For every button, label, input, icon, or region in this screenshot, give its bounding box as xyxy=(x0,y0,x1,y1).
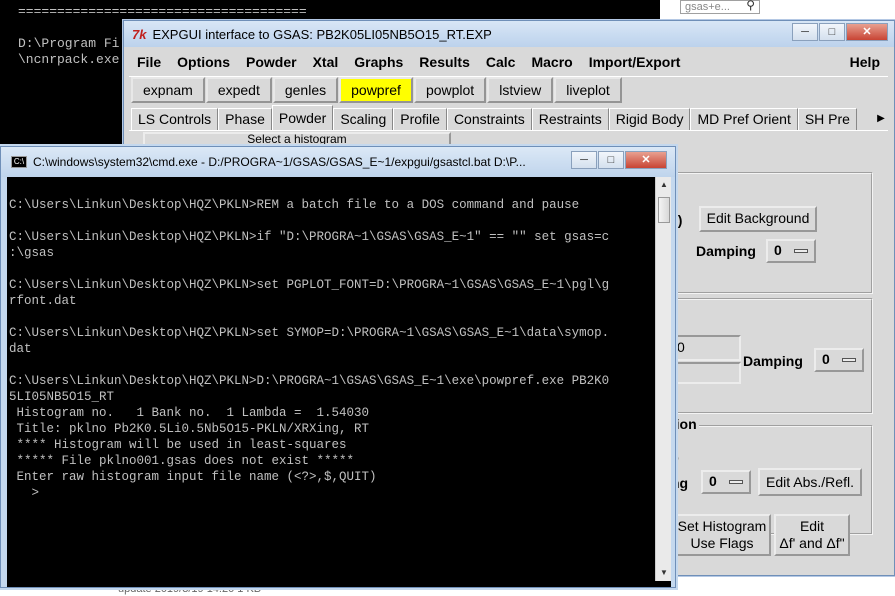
menu-file[interactable]: File xyxy=(129,48,169,76)
menu-help[interactable]: Help xyxy=(842,48,888,76)
powplot-button[interactable]: powplot xyxy=(413,77,487,103)
scroll-up-icon[interactable]: ▲ xyxy=(656,177,672,193)
edit-abs-refl-button[interactable]: Edit Abs./Refl. xyxy=(758,468,862,496)
tab-sh-pref[interactable]: SH Pre xyxy=(797,108,857,130)
cmd-line: Title: pklno Pb2K0.5Li0.5Nb5O15-PKLN/XRX… xyxy=(9,422,370,436)
cmd-line: 5LI05NB5O15_RT xyxy=(9,390,115,404)
cmd-console-output[interactable]: C:\Users\Linkun\Desktop\HQZ\PKLN>REM a b… xyxy=(7,177,655,581)
program-button-row: expnam expedt genles powpref powplot lst… xyxy=(129,76,888,103)
cmd-frame-right xyxy=(671,177,675,587)
menu-xtal[interactable]: Xtal xyxy=(305,48,347,76)
edit-background-button[interactable]: Edit Background xyxy=(699,206,817,232)
minimize-icon[interactable]: ─ xyxy=(792,23,818,41)
tab-constraints[interactable]: Constraints xyxy=(446,108,532,130)
edit-delta-f-button[interactable]: Edit Δf' and Δf" xyxy=(774,514,850,556)
diff-damping-value: 0 xyxy=(822,351,830,367)
tab-restraints[interactable]: Restraints xyxy=(531,108,609,130)
set-histogram-use-flags-button[interactable]: Set Histogram Use Flags xyxy=(673,514,771,556)
cmd-line: > xyxy=(9,486,40,500)
menu-graphs[interactable]: Graphs xyxy=(346,48,411,76)
cmd-line: C:\Users\Linkun\Desktop\HQZ\PKLN>set PGP… xyxy=(9,278,610,292)
cmd-line: **** Histogram will be used in least-squ… xyxy=(9,438,347,452)
abs-damping-value: 0 xyxy=(709,473,717,489)
bg-damping-value: 0 xyxy=(774,242,782,258)
cmd-line xyxy=(9,181,653,197)
cmd-line: C:\Users\Linkun\Desktop\HQZ\PKLN>set SYM… xyxy=(9,326,610,340)
search-icon[interactable]: ⚲ xyxy=(746,0,755,11)
bg-damping-select[interactable]: 0 xyxy=(766,239,816,263)
cmd-line: Histogram no. 1 Bank no. 1 Lambda = 1.54… xyxy=(9,406,370,420)
cmd-line: dat xyxy=(9,342,32,356)
tab-ls-controls[interactable]: LS Controls xyxy=(131,108,219,130)
cmd-line: rfont.dat xyxy=(9,294,77,308)
diff-damping-select[interactable]: 0 xyxy=(814,348,864,372)
cmd-title: C:\windows\system32\cmd.exe - D:/PROGRA~… xyxy=(33,155,526,169)
dropdown-indicator-icon xyxy=(794,249,808,253)
menu-import-export[interactable]: Import/Export xyxy=(581,48,689,76)
cmd-icon: C:\ xyxy=(11,156,27,168)
tab-scaling[interactable]: Scaling xyxy=(333,108,394,130)
scroll-thumb[interactable] xyxy=(658,197,670,223)
menubar: File Options Powder Xtal Graphs Results … xyxy=(129,48,888,76)
menu-calc[interactable]: Calc xyxy=(478,48,524,76)
tab-scroll-right-icon[interactable]: ▶ xyxy=(874,108,888,130)
lstview-button[interactable]: lstview xyxy=(487,77,554,103)
select-histogram-button[interactable]: Select a histogram xyxy=(143,132,451,146)
expgui-title: EXPGUI interface to GSAS: PB2K05LI05NB5O… xyxy=(152,26,492,42)
menu-macro[interactable]: Macro xyxy=(523,48,580,76)
cmd-minimize-icon[interactable]: ─ xyxy=(571,151,597,169)
menu-options[interactable]: Options xyxy=(169,48,238,76)
cmd-titlebar[interactable]: C:\ C:\windows\system32\cmd.exe - D:/PRO… xyxy=(1,147,675,177)
cmd-line xyxy=(9,357,653,373)
bg-console-line: ===================================== xyxy=(18,4,307,19)
menu-powder[interactable]: Powder xyxy=(238,48,305,76)
tab-md-pref-orient[interactable]: MD Pref Orient xyxy=(690,108,798,130)
cmd-window: C:\ C:\windows\system32\cmd.exe - D:/PRO… xyxy=(0,146,676,588)
bg-search-text: gsas+e... xyxy=(685,1,730,13)
tab-rigid-body[interactable]: Rigid Body xyxy=(608,108,691,130)
tab-phase[interactable]: Phase xyxy=(218,108,272,130)
background-panel xyxy=(669,172,873,294)
cmd-line: :\gsas xyxy=(9,246,55,260)
bg-search-input[interactable]: gsas+e... ⚲ xyxy=(680,0,760,14)
maximize-icon[interactable]: □ xyxy=(819,23,845,41)
cmd-line xyxy=(9,213,653,229)
diffractometer-entry[interactable]: 0 xyxy=(671,335,741,361)
tk-logo-icon: 7k xyxy=(132,26,147,42)
expnam-button[interactable]: expnam xyxy=(131,77,205,103)
cmd-line xyxy=(9,309,653,325)
abs-damping-select[interactable]: 0 xyxy=(701,470,751,494)
genles-button[interactable]: genles xyxy=(272,77,339,103)
tab-profile[interactable]: Profile xyxy=(393,108,447,130)
cmd-close-icon[interactable]: ✕ xyxy=(625,151,667,169)
cmd-line: ***** File pklno001.gsas does not exist … xyxy=(9,454,355,468)
cmd-scrollbar[interactable]: ▲ ▼ xyxy=(655,177,671,581)
expgui-titlebar[interactable]: 7k EXPGUI interface to GSAS: PB2K05LI05N… xyxy=(124,21,894,47)
bg-damping-label: Damping xyxy=(696,243,756,259)
cmd-maximize-icon[interactable]: □ xyxy=(598,151,624,169)
tab-row: LS Controls Phase Powder Scaling Profile… xyxy=(129,105,888,131)
scroll-down-icon[interactable]: ▼ xyxy=(656,565,672,581)
cmd-line: C:\Users\Linkun\Desktop\HQZ\PKLN>if "D:\… xyxy=(9,230,610,244)
tab-powder[interactable]: Powder xyxy=(271,105,334,130)
diffractometer-entry-value: 0 xyxy=(677,339,685,355)
cmd-line: C:\Users\Linkun\Desktop\HQZ\PKLN>D:\PROG… xyxy=(9,374,610,388)
liveplot-button[interactable]: liveplot xyxy=(554,77,622,103)
cmd-line xyxy=(9,261,653,277)
dropdown-indicator-icon xyxy=(842,358,856,362)
close-icon[interactable]: ✕ xyxy=(846,23,888,41)
expedt-button[interactable]: expedt xyxy=(205,77,272,103)
diff-damping-label: Damping xyxy=(743,353,803,369)
cmd-line: C:\Users\Linkun\Desktop\HQZ\PKLN>REM a b… xyxy=(9,198,580,212)
dropdown-indicator-icon xyxy=(729,480,743,484)
diffractometer-entry-2[interactable] xyxy=(671,362,741,384)
powpref-button[interactable]: powpref xyxy=(339,77,413,103)
cmd-line: Enter raw histogram input file name (<?>… xyxy=(9,470,377,484)
menu-results[interactable]: Results xyxy=(411,48,478,76)
